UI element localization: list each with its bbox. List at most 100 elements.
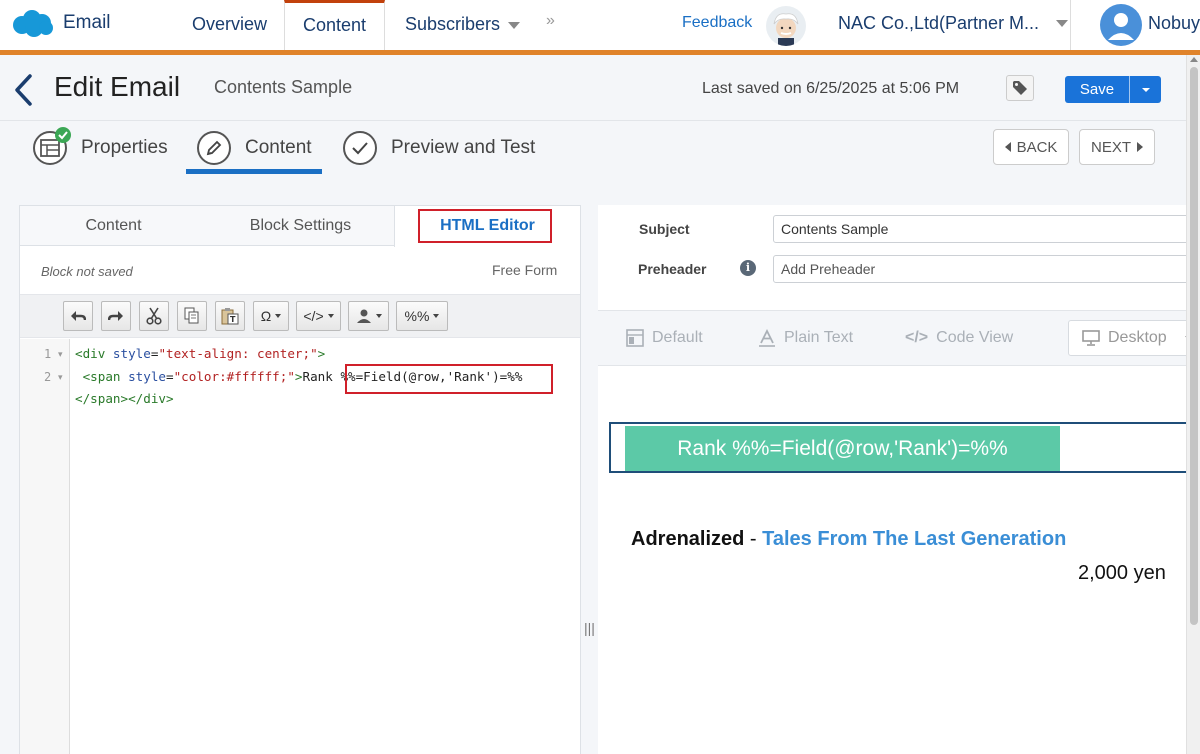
ampscript-button[interactable]: %%: [396, 301, 448, 331]
next-label: NEXT: [1090, 138, 1131, 156]
code-tag: >: [317, 346, 326, 361]
nav-overview[interactable]: Overview: [192, 0, 267, 50]
org-chevron-down-icon[interactable]: [1056, 20, 1068, 27]
product-line: Adrenalized - Tales From The Last Genera…: [631, 528, 1066, 551]
info-icon[interactable]: i: [740, 260, 756, 276]
scrollbar-thumb[interactable]: [1190, 67, 1198, 625]
code-attr: style: [112, 346, 151, 361]
code-string: "color:#ffffff;": [173, 369, 295, 384]
album-title-link[interactable]: Tales From The Last Generation: [762, 528, 1066, 550]
redo-button[interactable]: [101, 301, 131, 331]
back-chevron-icon[interactable]: [12, 73, 34, 107]
save-options-button[interactable]: [1130, 76, 1161, 103]
code-snippet-button[interactable]: </>: [296, 301, 341, 331]
view-default-label: Default: [652, 329, 703, 346]
page-scrollbar[interactable]: [1186, 55, 1200, 754]
panel-resize-handle[interactable]: |||: [584, 620, 595, 636]
device-select[interactable]: Desktop: [1068, 320, 1193, 356]
tab-block-settings[interactable]: Block Settings: [207, 206, 394, 246]
code-attr: style: [128, 369, 166, 384]
feedback-link[interactable]: Feedback: [682, 14, 752, 32]
tag-icon: [1013, 81, 1027, 95]
subject-field[interactable]: Contents Sample: [773, 215, 1193, 243]
block-editor-panel: Content Block Settings HTML Editor Block…: [19, 205, 581, 754]
ampscript-highlight: [345, 364, 553, 394]
line-number: 2: [44, 370, 52, 384]
brand[interactable]: Email: [10, 8, 111, 38]
page-title: Edit Email: [54, 71, 181, 102]
percent-icon: %%: [404, 308, 430, 324]
view-plain-text[interactable]: Plain Text: [758, 329, 853, 347]
caret-left-icon: [1004, 142, 1011, 152]
view-plain-text-label: Plain Text: [784, 329, 854, 346]
undo-icon: [71, 311, 86, 321]
einstein-face-icon: [773, 13, 799, 46]
tab-content[interactable]: Content: [20, 206, 207, 246]
nav-subscribers[interactable]: Subscribers: [405, 0, 521, 50]
table-check-icon: [33, 127, 71, 165]
step-preview-test[interactable]: Preview and Test: [343, 131, 535, 165]
dropdown-caret-icon: [433, 314, 440, 318]
nav-content[interactable]: Content: [284, 0, 385, 50]
text-a-icon: [759, 329, 775, 347]
next-button[interactable]: NEXT: [1079, 129, 1155, 165]
fold-arrow-icon[interactable]: ▾: [58, 349, 63, 360]
view-mode-bar: Default Plain Text </> Code View Desktop: [598, 310, 1193, 366]
user-name[interactable]: Nobuy: [1148, 13, 1200, 34]
view-code-label: Code View: [936, 329, 1014, 346]
rank-banner: Rank %%=Field(@row,'Rank')=%%: [625, 426, 1060, 471]
code-tag: >: [294, 369, 303, 384]
monitor-icon: [1082, 330, 1100, 346]
active-step-indicator: [186, 169, 322, 174]
scroll-up-icon[interactable]: [1190, 57, 1198, 62]
user-avatar-icon[interactable]: [1100, 4, 1142, 46]
fold-arrow-icon[interactable]: ▾: [58, 372, 63, 383]
selected-block[interactable]: Rank %%=Field(@row,'Rank')=%%: [609, 422, 1200, 473]
personalization-button[interactable]: [348, 301, 389, 331]
block-status: Block not saved: [41, 264, 133, 279]
dropdown-caret-icon: [275, 314, 282, 318]
code-editor[interactable]: 1 ▾ 2 ▾ <div style="text-align: center;"…: [20, 339, 580, 754]
step-label: Preview and Test: [391, 137, 536, 158]
edit-header: Edit Email Contents Sample Last saved on…: [0, 55, 1186, 120]
code-tag: <div: [75, 346, 113, 361]
more-tabs-icon[interactable]: »: [546, 12, 555, 30]
line-number: 1: [44, 347, 52, 361]
person-icon: [356, 309, 371, 323]
code-line: </span></div>: [75, 391, 174, 406]
salesforce-cloud-icon: [13, 10, 53, 37]
subject-label: Subject: [639, 221, 690, 237]
step-properties[interactable]: Properties: [33, 127, 168, 165]
redo-icon: [108, 311, 123, 321]
preheader-label: Preheader: [638, 261, 707, 277]
preheader-field[interactable]: Add Preheader: [773, 255, 1193, 283]
tag-button[interactable]: [1006, 75, 1034, 101]
code-tag: <span: [75, 369, 129, 384]
copy-icon: [184, 307, 199, 324]
email-preview-panel: Subject Contents Sample Preheader i Add …: [598, 205, 1200, 754]
org-switcher[interactable]: NAC Co.,Ltd(Partner M...: [838, 13, 1039, 34]
view-code[interactable]: </> Code View: [905, 329, 1013, 347]
dropdown-caret-icon: [327, 314, 334, 318]
undo-button[interactable]: [63, 301, 93, 331]
step-label: Properties: [81, 137, 168, 158]
special-char-button[interactable]: Ω: [253, 301, 289, 331]
save-label[interactable]: Save: [1065, 76, 1129, 103]
price: 2,000 yen: [1078, 562, 1166, 584]
view-default[interactable]: Default: [626, 329, 703, 347]
code-icon: </>: [303, 308, 324, 324]
chevron-down-icon: [508, 21, 521, 29]
step-content[interactable]: Content: [197, 131, 312, 165]
back-label: BACK: [1016, 138, 1058, 156]
copy-button[interactable]: [177, 301, 207, 331]
einstein-avatar-icon[interactable]: [766, 6, 806, 46]
back-button[interactable]: BACK: [993, 129, 1069, 165]
cut-button[interactable]: [139, 301, 169, 331]
paste-text-button[interactable]: T: [215, 301, 245, 331]
html-editor-highlight: [418, 209, 552, 243]
code-text: Rank: [302, 369, 341, 384]
save-button[interactable]: Save: [1065, 76, 1161, 103]
pencil-icon: [197, 131, 231, 165]
nav-divider: [1070, 0, 1071, 50]
email-preview: Rank %%=Field(@row,'Rank')=%% Adrenalize…: [598, 367, 1200, 754]
